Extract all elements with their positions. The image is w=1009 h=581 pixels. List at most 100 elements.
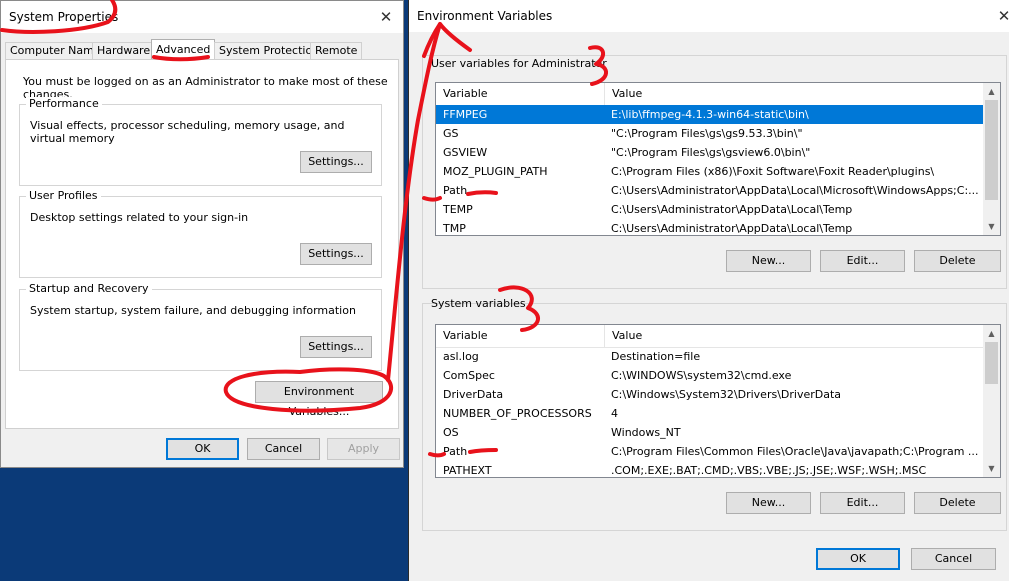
variable-value: C:\Program Files (x86)\Foxit Software\Fo…	[611, 165, 935, 178]
variable-value: .COM;.EXE;.BAT;.CMD;.VBS;.VBE;.JS;.JSE;.…	[611, 464, 927, 477]
column-value[interactable]: Value	[604, 83, 984, 105]
table-row[interactable]: DriverData C:\Windows\System32\Drivers\Dr…	[436, 385, 983, 404]
close-icon[interactable]: ✕	[375, 6, 397, 28]
scroll-thumb[interactable]	[985, 342, 998, 384]
list-header: Variable Value	[436, 325, 983, 348]
tab-system-protection[interactable]: System Protection	[214, 42, 325, 59]
column-value[interactable]: Value	[604, 325, 984, 347]
system-variables-list[interactable]: Variable Value asl.log Destination=file Co…	[435, 324, 1001, 478]
variable-value: C:\Users\Administrator\AppData\Local\Mic…	[611, 184, 979, 197]
variable-name: asl.log	[443, 350, 479, 363]
variable-value: "C:\Program Files\gs\gs9.53.3\bin\"	[611, 127, 803, 140]
variable-value: Destination=file	[611, 350, 701, 363]
system-properties-window: System Properties ✕ Computer Name Hardwa…	[0, 0, 404, 468]
cancel-button[interactable]: Cancel	[247, 438, 320, 460]
cancel-button[interactable]: Cancel	[911, 548, 996, 570]
group-description: System startup, system failure, and debu…	[30, 304, 356, 317]
variable-name: FFMPEG	[443, 108, 488, 121]
group-label: User Profiles	[26, 189, 101, 202]
variable-value: C:\Users\Administrator\AppData\Local\Tem…	[611, 222, 853, 235]
ok-button[interactable]: OK	[816, 548, 900, 570]
variable-name: DriverData	[443, 388, 504, 401]
variable-name: Path	[443, 445, 468, 458]
variable-name: NUMBER_OF_PROCESSORS	[443, 407, 592, 420]
table-row[interactable]: TEMP C:\Users\Administrator\AppData\Local…	[436, 200, 983, 219]
table-row[interactable]: MOZ_PLUGIN_PATH C:\Program Files (x86)\Fo…	[436, 162, 983, 181]
variable-name: TMP	[443, 222, 466, 235]
variable-name: GSVIEW	[443, 146, 488, 159]
system-variables-label: System variables	[431, 297, 526, 310]
table-row[interactable]: asl.log Destination=file	[436, 347, 983, 366]
group-label: Performance	[26, 97, 102, 110]
vertical-scrollbar[interactable]: ▲ ▼	[983, 83, 1000, 235]
tab-advanced[interactable]: Advanced	[151, 39, 216, 60]
table-row[interactable]: OS Windows_NT	[436, 423, 983, 442]
title-bar[interactable]: System Properties ✕	[1, 1, 403, 33]
table-row[interactable]: TMP C:\Users\Administrator\AppData\Local\…	[436, 219, 983, 235]
variable-value: 4	[611, 407, 618, 420]
table-row[interactable]: GS "C:\Program Files\gs\gs9.53.3\bin\"	[436, 124, 983, 143]
user-profiles-group: User Profiles Desktop settings related t…	[19, 189, 382, 278]
list-header: Variable Value	[436, 83, 983, 106]
scroll-down-icon[interactable]: ▼	[983, 218, 1000, 235]
variable-value: Windows_NT	[611, 426, 681, 439]
variable-name: PATHEXT	[443, 464, 492, 477]
scroll-up-icon[interactable]: ▲	[983, 325, 1000, 342]
table-row[interactable]: FFMPEG E:\lib\ffmpeg-4.1.3-win64-static\b…	[436, 105, 983, 124]
environment-variables-button[interactable]: Environment Variables...	[255, 381, 383, 418]
variable-name: ComSpec	[443, 369, 495, 382]
user-variables-label: User variables for Administrator	[431, 57, 607, 70]
table-row[interactable]: GSVIEW "C:\Program Files\gs\gsview6.0\bin…	[436, 143, 983, 162]
environment-variables-window: Environment Variables ✕ User variables f…	[408, 0, 1009, 581]
variable-name: OS	[443, 426, 459, 439]
user-variables-list[interactable]: Variable Value FFMPEG E:\lib\ffmpeg-4.1.3…	[435, 82, 1001, 236]
close-icon[interactable]: ✕	[993, 5, 1009, 27]
column-variable[interactable]: Variable	[436, 83, 604, 105]
window-title: Environment Variables	[417, 9, 553, 23]
tab-remote[interactable]: Remote	[310, 42, 363, 59]
variable-value: C:\Users\Administrator\AppData\Local\Tem…	[611, 203, 853, 216]
system-new-button[interactable]: New...	[726, 492, 811, 514]
user-variables-rows: FFMPEG E:\lib\ffmpeg-4.1.3-win64-static\b…	[436, 105, 983, 235]
user-edit-button[interactable]: Edit...	[820, 250, 905, 272]
scroll-down-icon[interactable]: ▼	[983, 460, 1000, 477]
variable-name: TEMP	[443, 203, 473, 216]
system-edit-button[interactable]: Edit...	[820, 492, 905, 514]
advanced-tab-panel: You must be logged on as an Administrato…	[5, 59, 399, 429]
system-variables-rows: asl.log Destination=file ComSpec C:\WINDOWS…	[436, 347, 983, 477]
variable-value: C:\Program Files\Common Files\Oracle\Jav…	[611, 445, 979, 458]
system-delete-button[interactable]: Delete	[914, 492, 1001, 514]
variable-value: E:\lib\ffmpeg-4.1.3-win64-static\bin\	[611, 108, 809, 121]
group-description: Desktop settings related to your sign-in	[30, 211, 249, 224]
vertical-scrollbar[interactable]: ▲ ▼	[983, 325, 1000, 477]
user-new-button[interactable]: New...	[726, 250, 811, 272]
table-row[interactable]: PATHEXT .COM;.EXE;.BAT;.CMD;.VBS;.VBE;.JS…	[436, 461, 983, 477]
apply-button[interactable]: Apply	[327, 438, 400, 460]
user-profiles-settings-button[interactable]: Settings...	[300, 243, 372, 265]
table-row[interactable]: NUMBER_OF_PROCESSORS 4	[436, 404, 983, 423]
title-bar[interactable]: Environment Variables ✕	[409, 0, 1009, 32]
table-row[interactable]: Path C:\Users\Administrator\AppData\Local…	[436, 181, 983, 200]
performance-settings-button[interactable]: Settings...	[300, 151, 372, 173]
startup-recovery-settings-button[interactable]: Settings...	[300, 336, 372, 358]
variable-value: "C:\Program Files\gs\gsview6.0\bin\"	[611, 146, 811, 159]
tab-computer-name[interactable]: Computer Name	[5, 42, 106, 59]
column-variable[interactable]: Variable	[436, 325, 604, 347]
scroll-up-icon[interactable]: ▲	[983, 83, 1000, 100]
ok-button[interactable]: OK	[166, 438, 239, 460]
variable-value: C:\Windows\System32\Drivers\DriverData	[611, 388, 842, 401]
group-label: Startup and Recovery	[26, 282, 152, 295]
startup-recovery-group: Startup and Recovery System startup, sys…	[19, 282, 382, 371]
scroll-thumb[interactable]	[985, 100, 998, 200]
window-title: System Properties	[9, 10, 119, 24]
variable-name: Path	[443, 184, 468, 197]
user-delete-button[interactable]: Delete	[914, 250, 1001, 272]
tab-hardware[interactable]: Hardware	[92, 42, 156, 59]
performance-group: Performance Visual effects, processor sc…	[19, 97, 382, 186]
variable-value: C:\WINDOWS\system32\cmd.exe	[611, 369, 792, 382]
table-row[interactable]: Path C:\Program Files\Common Files\Oracle…	[436, 442, 983, 461]
group-description: Visual effects, processor scheduling, me…	[30, 119, 345, 145]
variable-name: GS	[443, 127, 459, 140]
variable-name: MOZ_PLUGIN_PATH	[443, 165, 548, 178]
table-row[interactable]: ComSpec C:\WINDOWS\system32\cmd.exe	[436, 366, 983, 385]
